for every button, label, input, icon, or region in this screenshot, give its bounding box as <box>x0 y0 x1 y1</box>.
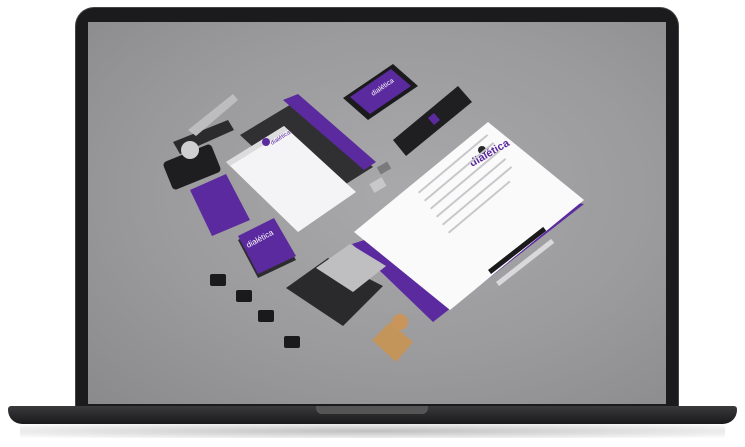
rubber-stamp <box>372 314 413 362</box>
laptop-mockup: dialética dialética dialética dialética <box>0 0 745 447</box>
smartphone: dialética <box>343 64 418 120</box>
sharpener <box>369 177 387 193</box>
laptop-shadow <box>20 424 725 438</box>
laptop-screen: dialética dialética dialética dialética <box>88 22 666 404</box>
laptop-notch <box>316 406 428 414</box>
metal-clip <box>376 161 392 175</box>
letterhead: dialética <box>352 122 584 322</box>
binder-clips <box>210 274 300 348</box>
stationery-scene: dialética dialética dialética dialética <box>163 64 584 362</box>
